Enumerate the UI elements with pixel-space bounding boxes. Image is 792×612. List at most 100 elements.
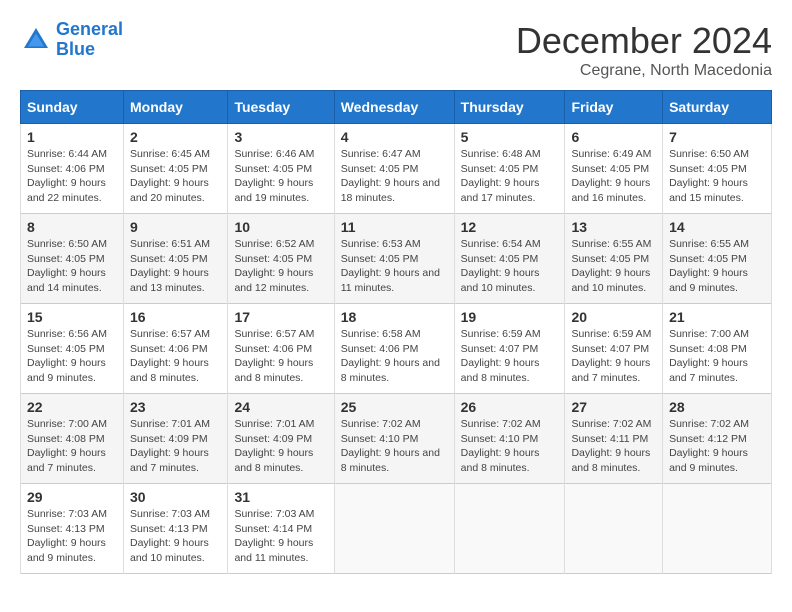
day-info: Sunrise: 6:50 AMSunset: 4:05 PMDaylight:…	[27, 237, 117, 296]
day-cell: 29 Sunrise: 7:03 AMSunset: 4:13 PMDaylig…	[21, 484, 124, 574]
day-info: Sunrise: 6:46 AMSunset: 4:05 PMDaylight:…	[234, 147, 327, 206]
day-number: 16	[130, 309, 221, 325]
day-info: Sunrise: 7:02 AMSunset: 4:10 PMDaylight:…	[461, 417, 559, 476]
day-cell: 31 Sunrise: 7:03 AMSunset: 4:14 PMDaylig…	[228, 484, 334, 574]
day-cell: 16 Sunrise: 6:57 AMSunset: 4:06 PMDaylig…	[124, 304, 228, 394]
day-number: 6	[571, 129, 656, 145]
day-info: Sunrise: 7:00 AMSunset: 4:08 PMDaylight:…	[27, 417, 117, 476]
day-cell: 24 Sunrise: 7:01 AMSunset: 4:09 PMDaylig…	[228, 394, 334, 484]
logo: General Blue	[20, 20, 123, 60]
day-cell: 14 Sunrise: 6:55 AMSunset: 4:05 PMDaylig…	[663, 214, 772, 304]
day-number: 19	[461, 309, 559, 325]
week-row-3: 15 Sunrise: 6:56 AMSunset: 4:05 PMDaylig…	[21, 304, 772, 394]
logo-text: General Blue	[56, 20, 123, 60]
day-info: Sunrise: 6:58 AMSunset: 4:06 PMDaylight:…	[341, 327, 448, 386]
day-info: Sunrise: 7:00 AMSunset: 4:08 PMDaylight:…	[669, 327, 765, 386]
day-cell: 18 Sunrise: 6:58 AMSunset: 4:06 PMDaylig…	[334, 304, 454, 394]
day-info: Sunrise: 6:59 AMSunset: 4:07 PMDaylight:…	[571, 327, 656, 386]
logo-icon	[20, 24, 52, 56]
day-info: Sunrise: 6:52 AMSunset: 4:05 PMDaylight:…	[234, 237, 327, 296]
day-info: Sunrise: 7:02 AMSunset: 4:12 PMDaylight:…	[669, 417, 765, 476]
day-number: 5	[461, 129, 559, 145]
day-info: Sunrise: 7:03 AMSunset: 4:14 PMDaylight:…	[234, 507, 327, 566]
day-number: 30	[130, 489, 221, 505]
day-info: Sunrise: 7:01 AMSunset: 4:09 PMDaylight:…	[234, 417, 327, 476]
day-info: Sunrise: 6:56 AMSunset: 4:05 PMDaylight:…	[27, 327, 117, 386]
day-cell: 1 Sunrise: 6:44 AMSunset: 4:06 PMDayligh…	[21, 124, 124, 214]
day-number: 21	[669, 309, 765, 325]
day-number: 20	[571, 309, 656, 325]
day-cell: 2 Sunrise: 6:45 AMSunset: 4:05 PMDayligh…	[124, 124, 228, 214]
day-cell: 13 Sunrise: 6:55 AMSunset: 4:05 PMDaylig…	[565, 214, 663, 304]
day-number: 3	[234, 129, 327, 145]
header-sunday: Sunday	[21, 91, 124, 124]
day-info: Sunrise: 6:59 AMSunset: 4:07 PMDaylight:…	[461, 327, 559, 386]
day-info: Sunrise: 6:55 AMSunset: 4:05 PMDaylight:…	[571, 237, 656, 296]
day-cell: 28 Sunrise: 7:02 AMSunset: 4:12 PMDaylig…	[663, 394, 772, 484]
day-number: 11	[341, 219, 448, 235]
day-info: Sunrise: 7:01 AMSunset: 4:09 PMDaylight:…	[130, 417, 221, 476]
day-info: Sunrise: 6:47 AMSunset: 4:05 PMDaylight:…	[341, 147, 448, 206]
day-info: Sunrise: 7:02 AMSunset: 4:11 PMDaylight:…	[571, 417, 656, 476]
header-saturday: Saturday	[663, 91, 772, 124]
day-number: 10	[234, 219, 327, 235]
day-number: 25	[341, 399, 448, 415]
day-number: 2	[130, 129, 221, 145]
day-cell: 21 Sunrise: 7:00 AMSunset: 4:08 PMDaylig…	[663, 304, 772, 394]
day-number: 15	[27, 309, 117, 325]
day-cell: 6 Sunrise: 6:49 AMSunset: 4:05 PMDayligh…	[565, 124, 663, 214]
day-number: 28	[669, 399, 765, 415]
header-wednesday: Wednesday	[334, 91, 454, 124]
day-number: 26	[461, 399, 559, 415]
week-row-1: 1 Sunrise: 6:44 AMSunset: 4:06 PMDayligh…	[21, 124, 772, 214]
day-cell: 17 Sunrise: 6:57 AMSunset: 4:06 PMDaylig…	[228, 304, 334, 394]
day-info: Sunrise: 6:48 AMSunset: 4:05 PMDaylight:…	[461, 147, 559, 206]
day-info: Sunrise: 7:03 AMSunset: 4:13 PMDaylight:…	[130, 507, 221, 566]
day-info: Sunrise: 7:02 AMSunset: 4:10 PMDaylight:…	[341, 417, 448, 476]
day-cell: 9 Sunrise: 6:51 AMSunset: 4:05 PMDayligh…	[124, 214, 228, 304]
day-cell: 20 Sunrise: 6:59 AMSunset: 4:07 PMDaylig…	[565, 304, 663, 394]
day-cell: 26 Sunrise: 7:02 AMSunset: 4:10 PMDaylig…	[454, 394, 565, 484]
day-cell: 3 Sunrise: 6:46 AMSunset: 4:05 PMDayligh…	[228, 124, 334, 214]
day-cell: 30 Sunrise: 7:03 AMSunset: 4:13 PMDaylig…	[124, 484, 228, 574]
week-row-2: 8 Sunrise: 6:50 AMSunset: 4:05 PMDayligh…	[21, 214, 772, 304]
day-cell	[454, 484, 565, 574]
day-number: 22	[27, 399, 117, 415]
day-info: Sunrise: 6:55 AMSunset: 4:05 PMDaylight:…	[669, 237, 765, 296]
day-number: 17	[234, 309, 327, 325]
day-cell: 23 Sunrise: 7:01 AMSunset: 4:09 PMDaylig…	[124, 394, 228, 484]
day-cell: 12 Sunrise: 6:54 AMSunset: 4:05 PMDaylig…	[454, 214, 565, 304]
day-info: Sunrise: 6:57 AMSunset: 4:06 PMDaylight:…	[130, 327, 221, 386]
day-number: 1	[27, 129, 117, 145]
calendar-table: SundayMondayTuesdayWednesdayThursdayFrid…	[20, 90, 772, 574]
day-cell: 19 Sunrise: 6:59 AMSunset: 4:07 PMDaylig…	[454, 304, 565, 394]
day-info: Sunrise: 6:54 AMSunset: 4:05 PMDaylight:…	[461, 237, 559, 296]
day-cell: 4 Sunrise: 6:47 AMSunset: 4:05 PMDayligh…	[334, 124, 454, 214]
day-info: Sunrise: 6:45 AMSunset: 4:05 PMDaylight:…	[130, 147, 221, 206]
day-cell	[565, 484, 663, 574]
day-cell: 22 Sunrise: 7:00 AMSunset: 4:08 PMDaylig…	[21, 394, 124, 484]
month-title: December 2024	[516, 20, 772, 62]
title-area: December 2024 Cegrane, North Macedonia	[516, 20, 772, 80]
day-number: 14	[669, 219, 765, 235]
day-info: Sunrise: 7:03 AMSunset: 4:13 PMDaylight:…	[27, 507, 117, 566]
location-title: Cegrane, North Macedonia	[516, 62, 772, 80]
day-number: 4	[341, 129, 448, 145]
day-cell: 5 Sunrise: 6:48 AMSunset: 4:05 PMDayligh…	[454, 124, 565, 214]
day-number: 8	[27, 219, 117, 235]
header: General Blue December 2024 Cegrane, Nort…	[20, 20, 772, 80]
day-cell: 25 Sunrise: 7:02 AMSunset: 4:10 PMDaylig…	[334, 394, 454, 484]
day-info: Sunrise: 6:53 AMSunset: 4:05 PMDaylight:…	[341, 237, 448, 296]
day-number: 13	[571, 219, 656, 235]
day-headers-row: SundayMondayTuesdayWednesdayThursdayFrid…	[21, 91, 772, 124]
day-cell: 27 Sunrise: 7:02 AMSunset: 4:11 PMDaylig…	[565, 394, 663, 484]
day-cell	[663, 484, 772, 574]
day-cell: 10 Sunrise: 6:52 AMSunset: 4:05 PMDaylig…	[228, 214, 334, 304]
day-cell: 11 Sunrise: 6:53 AMSunset: 4:05 PMDaylig…	[334, 214, 454, 304]
header-thursday: Thursday	[454, 91, 565, 124]
day-number: 27	[571, 399, 656, 415]
day-number: 24	[234, 399, 327, 415]
day-number: 31	[234, 489, 327, 505]
header-tuesday: Tuesday	[228, 91, 334, 124]
day-info: Sunrise: 6:44 AMSunset: 4:06 PMDaylight:…	[27, 147, 117, 206]
